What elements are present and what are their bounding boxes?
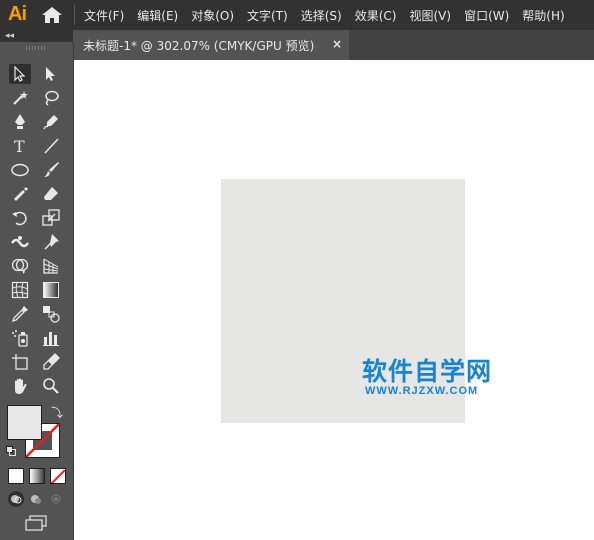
menu-window[interactable]: 窗口(W) bbox=[464, 7, 509, 24]
direct-selection-tool-icon[interactable] bbox=[40, 64, 62, 84]
toolbar-header: ◂◂ bbox=[0, 30, 73, 42]
mesh-tool-icon[interactable] bbox=[9, 280, 31, 300]
watermark-url: WWW.RJZXW.COM bbox=[365, 385, 479, 397]
watermark-text: 软件自学网 bbox=[362, 357, 493, 386]
menu-object[interactable]: 对象(O) bbox=[191, 7, 234, 24]
puppet-warp-tool-icon[interactable] bbox=[40, 232, 62, 252]
selection-tool-icon[interactable] bbox=[9, 64, 31, 84]
home-icon[interactable] bbox=[41, 6, 63, 24]
rotate-tool-icon[interactable] bbox=[9, 208, 31, 228]
draw-inside-icon[interactable] bbox=[48, 491, 64, 507]
menu-edit[interactable]: 编辑(E) bbox=[137, 7, 178, 24]
slice-tool-icon[interactable] bbox=[40, 352, 62, 372]
none-mode-icon[interactable] bbox=[50, 468, 66, 484]
menu-bar: Ai 文件(F) 编辑(E) 对象(O) 文字(T) 选择(S) 效果(C) 视… bbox=[0, 0, 594, 30]
shape-builder-tool-icon[interactable] bbox=[9, 256, 31, 276]
panel-grip[interactable] bbox=[26, 46, 46, 50]
ellipse-tool-icon[interactable] bbox=[9, 160, 31, 180]
menu-divider bbox=[74, 5, 75, 25]
artboard-tool-icon[interactable] bbox=[9, 352, 31, 372]
document-tab[interactable]: 未标题-1* @ 302.07% (CMYK/GPU 预览) × bbox=[74, 30, 349, 60]
screen-mode-icon[interactable] bbox=[24, 515, 48, 531]
magic-wand-tool-icon[interactable] bbox=[9, 88, 31, 108]
paintbrush-tool-icon[interactable] bbox=[40, 160, 62, 180]
close-icon[interactable]: × bbox=[332, 37, 342, 51]
width-tool-icon[interactable] bbox=[9, 232, 31, 252]
type-tool-icon[interactable]: T bbox=[9, 136, 31, 156]
menu-view[interactable]: 视图(V) bbox=[409, 7, 451, 24]
shaper-tool-icon[interactable] bbox=[9, 184, 31, 204]
symbol-sprayer-tool-icon[interactable] bbox=[9, 328, 31, 348]
tools-panel: T ⤵ bbox=[0, 42, 74, 540]
perspective-grid-tool-icon[interactable] bbox=[40, 256, 62, 276]
menu-file[interactable]: 文件(F) bbox=[84, 7, 124, 24]
swap-fill-stroke-icon[interactable]: ⤵ bbox=[51, 404, 63, 421]
default-fill-stroke-icon[interactable] bbox=[6, 446, 16, 456]
eyedropper-tool-icon[interactable] bbox=[9, 304, 31, 324]
menu-items: 文件(F) 编辑(E) 对象(O) 文字(T) 选择(S) 效果(C) 视图(V… bbox=[84, 0, 578, 30]
color-mode-icon[interactable] bbox=[8, 468, 24, 484]
eraser-tool-icon[interactable] bbox=[40, 184, 62, 204]
document-tab-title: 未标题-1* @ 302.07% (CMYK/GPU 预览) bbox=[83, 38, 315, 53]
curvature-tool-icon[interactable] bbox=[40, 112, 62, 132]
column-graph-tool-icon[interactable] bbox=[40, 328, 62, 348]
draw-behind-icon[interactable] bbox=[28, 491, 44, 507]
lasso-tool-icon[interactable] bbox=[40, 88, 62, 108]
menu-select[interactable]: 选择(S) bbox=[301, 7, 342, 24]
menu-help[interactable]: 帮助(H) bbox=[522, 7, 564, 24]
svg-text:T: T bbox=[14, 137, 25, 155]
scale-tool-icon[interactable] bbox=[40, 208, 62, 228]
pen-tool-icon[interactable] bbox=[9, 112, 31, 132]
menu-type[interactable]: 文字(T) bbox=[247, 7, 288, 24]
line-segment-tool-icon[interactable] bbox=[40, 136, 62, 156]
zoom-tool-icon[interactable] bbox=[40, 376, 62, 396]
hand-tool-icon[interactable] bbox=[9, 376, 31, 396]
app-logo: Ai bbox=[8, 3, 27, 25]
gradient-tool-icon[interactable] bbox=[40, 280, 62, 300]
document-tab-bar: 未标题-1* @ 302.07% (CMYK/GPU 预览) × bbox=[74, 30, 594, 60]
gradient-mode-icon[interactable] bbox=[29, 468, 45, 484]
blend-tool-icon[interactable] bbox=[40, 304, 62, 324]
collapse-icon[interactable]: ◂◂ bbox=[5, 32, 14, 41]
fill-color-swatch-front[interactable] bbox=[7, 405, 42, 440]
menu-effect[interactable]: 效果(C) bbox=[355, 7, 397, 24]
draw-normal-icon[interactable] bbox=[8, 491, 24, 507]
canvas[interactable]: 软件自学网 WWW.RJZXW.COM bbox=[74, 60, 594, 540]
